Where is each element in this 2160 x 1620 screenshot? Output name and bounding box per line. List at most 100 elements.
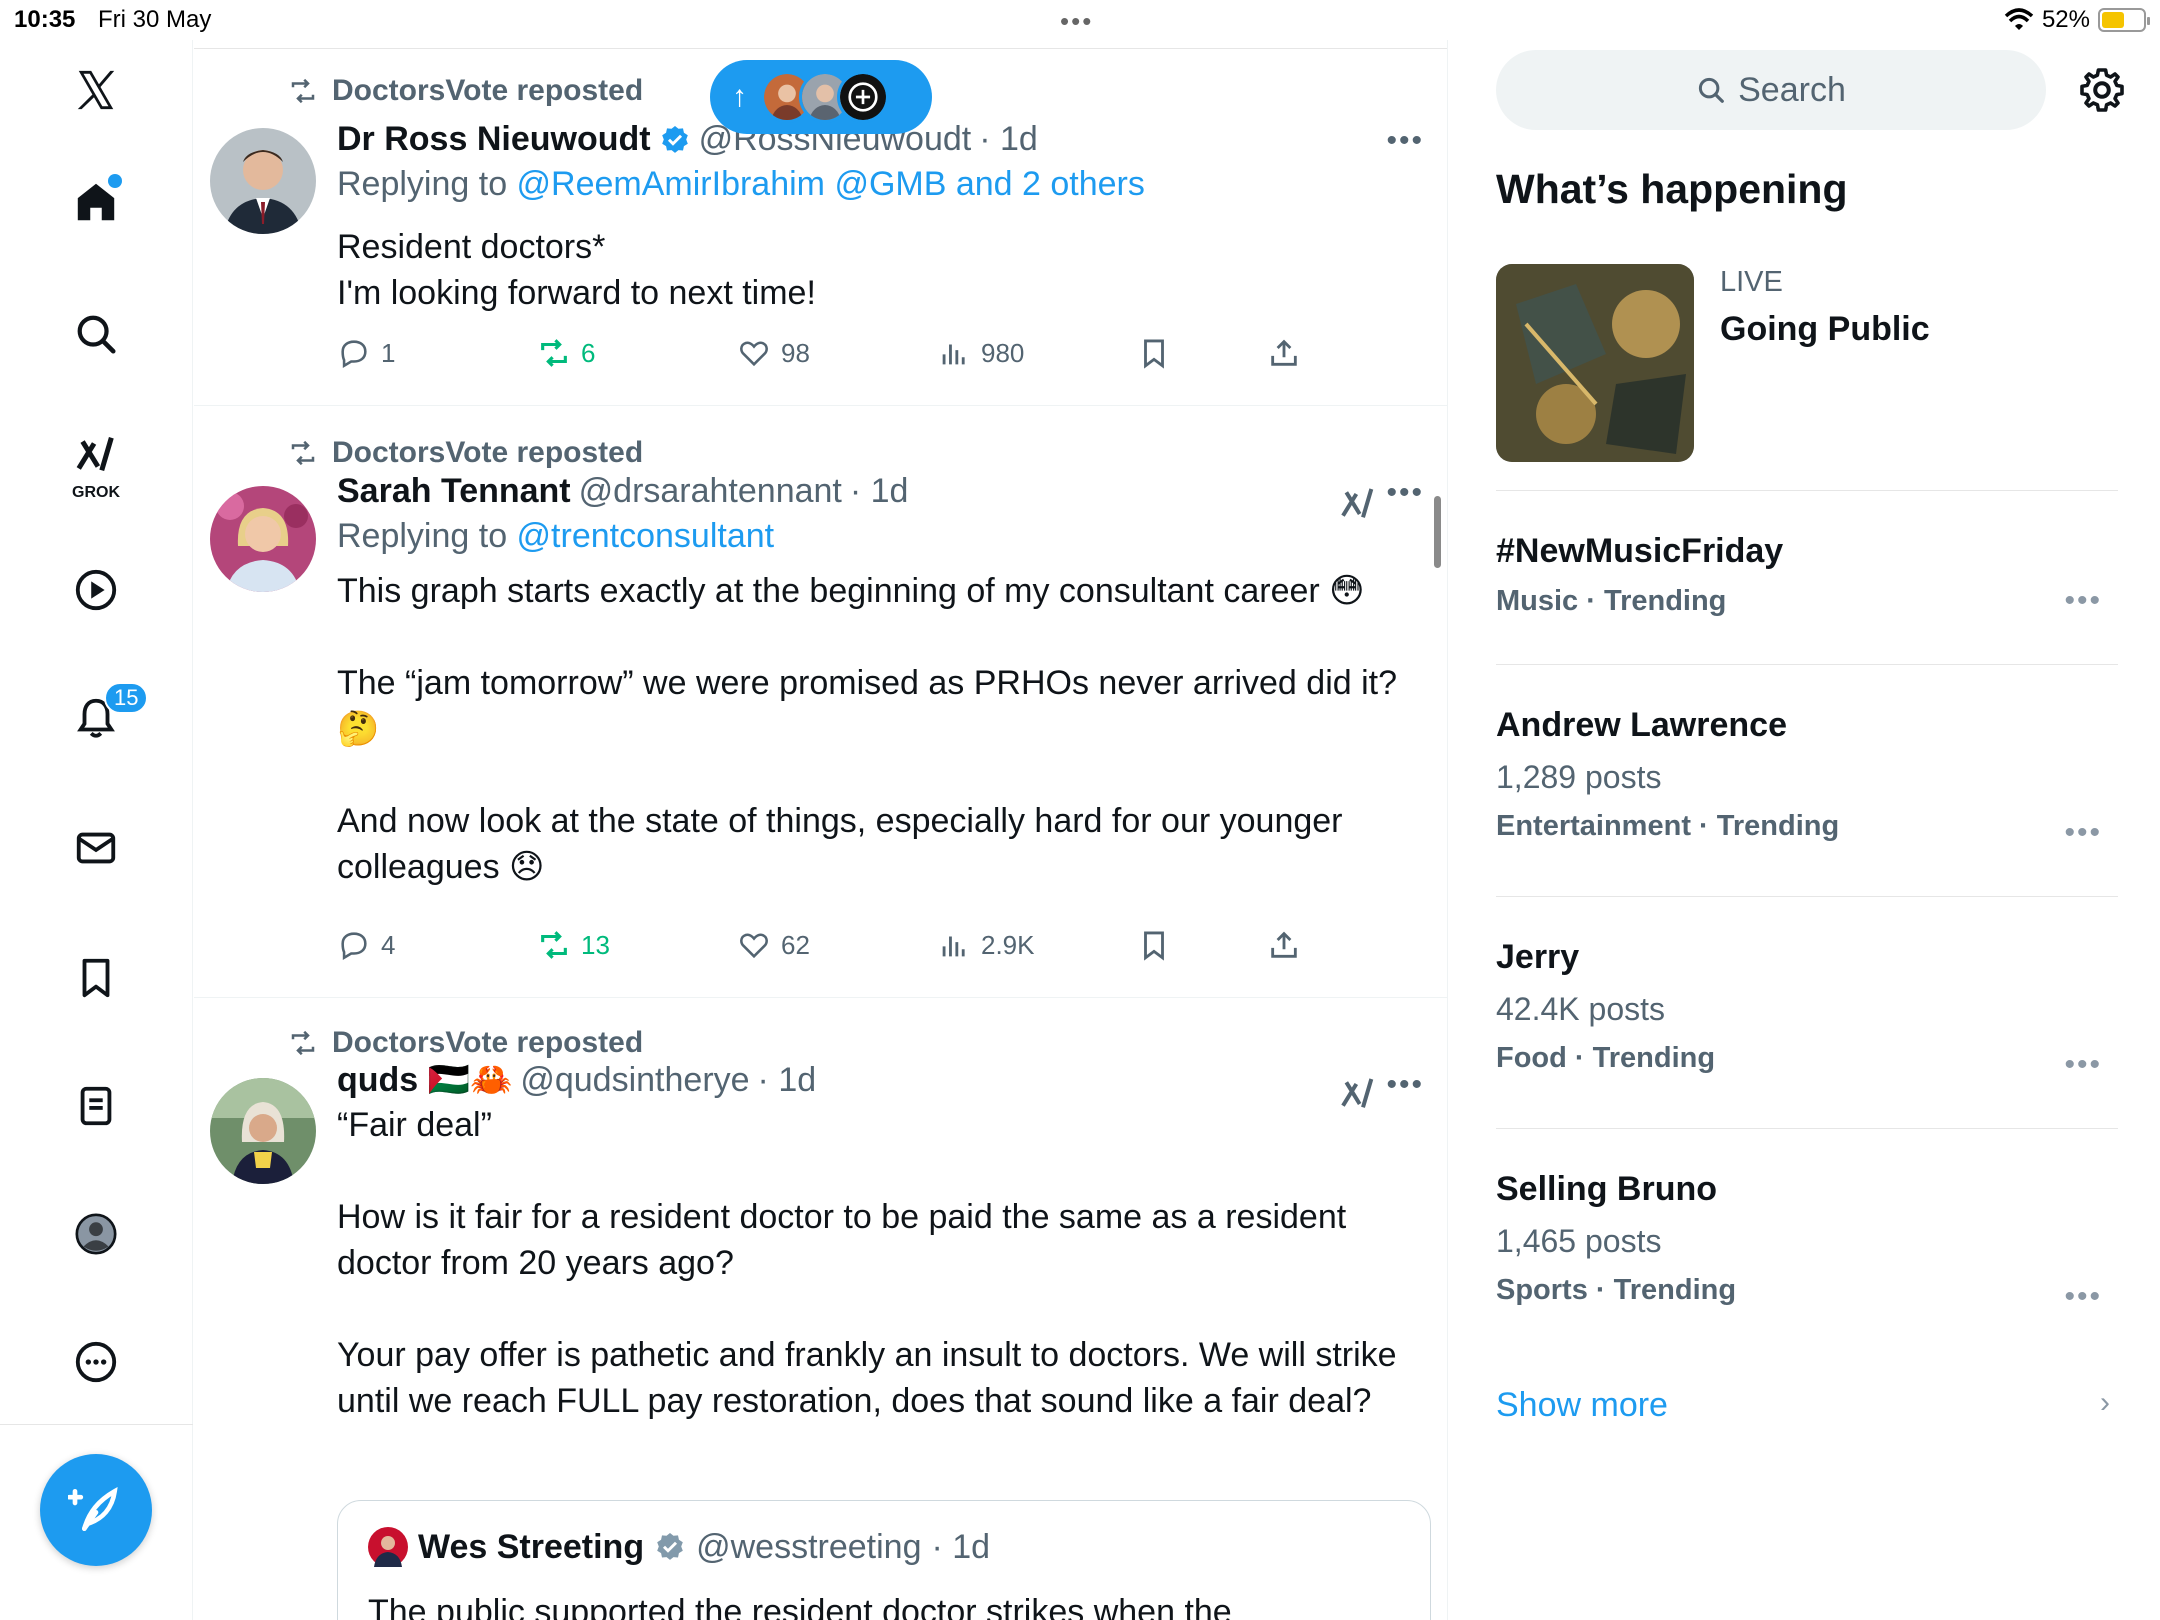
clock: 10:35	[14, 6, 76, 33]
bookmark-button[interactable]	[1137, 928, 1171, 962]
bookmark-button[interactable]	[1137, 336, 1171, 370]
share-button[interactable]	[1267, 928, 1301, 962]
lists-icon[interactable]	[60, 1070, 132, 1142]
repost-label: DoctorsVote reposted	[332, 436, 644, 469]
like-button[interactable]: 98	[737, 336, 810, 370]
battery-percent: 52%	[2041, 6, 2090, 33]
trend-post-count: 42.4K posts	[1496, 991, 1665, 1027]
author-handle[interactable]: @drsarahtennant	[579, 472, 842, 511]
scrollbar[interactable]	[1434, 496, 1441, 568]
replying-to-prefix: Replying to	[337, 517, 517, 555]
trend-item[interactable]: Selling Bruno 1,465 posts Sports · Trend…	[1496, 1170, 2118, 1313]
quoted-author-avatar[interactable]	[368, 1527, 408, 1567]
author-name[interactable]: quds 🇵🇸🦀	[337, 1060, 512, 1100]
repost-label: DoctorsVote reposted	[332, 1026, 644, 1059]
date: Fri 30 May	[98, 6, 212, 33]
reply-button[interactable]: 1	[337, 336, 395, 370]
compose-post-button[interactable]	[40, 1454, 152, 1566]
trend-category: Entertainment · Trending	[1496, 810, 1840, 842]
new-post-author-avatar	[837, 71, 889, 123]
tweet-more-options-icon[interactable]: •••	[1386, 124, 1424, 158]
tweet-text: This graph starts exactly at the beginni…	[337, 572, 1398, 886]
multitasking-dots-icon[interactable]: •••	[1060, 6, 1093, 37]
reply-target-links[interactable]: @ReemAmirIbrahim @GMB and 2 others	[517, 165, 1145, 203]
views-button[interactable]: 980	[937, 336, 1024, 370]
profile-avatar-icon[interactable]	[60, 1198, 132, 1270]
reply-icon	[341, 932, 367, 961]
like-count: 98	[781, 337, 810, 368]
divider	[1496, 490, 2118, 491]
post-time[interactable]: · 1d	[850, 472, 909, 511]
more-options-icon[interactable]	[60, 1326, 132, 1398]
divider	[1496, 664, 2118, 665]
nav-divider	[0, 1424, 193, 1425]
trend-post-count: 1,465 posts	[1496, 1223, 1662, 1259]
repost-label: DoctorsVote reposted	[332, 74, 644, 107]
post-time[interactable]: · 1d	[979, 120, 1038, 159]
trend-more-options-icon[interactable]: •••	[2064, 584, 2102, 618]
replying-to-prefix: Replying to	[337, 165, 517, 203]
quoted-author-handle[interactable]: @wesstreeting	[696, 1528, 921, 1567]
avatar[interactable]	[210, 1078, 316, 1184]
quoted-author-name[interactable]: Wes Streeting	[418, 1528, 644, 1567]
views-button[interactable]: 2.9K	[937, 928, 1035, 962]
repost-button[interactable]: 13	[537, 928, 610, 962]
trend-more-options-icon[interactable]: •••	[2064, 1048, 2102, 1082]
replying-to: Replying to @trentconsultant	[337, 517, 1418, 556]
search-input[interactable]: Search	[1496, 50, 2046, 130]
like-count: 62	[781, 929, 810, 960]
divider	[1496, 896, 2118, 897]
x-logo-icon[interactable]	[60, 54, 132, 126]
messages-envelope-icon[interactable]	[60, 812, 132, 884]
search-placeholder: Search	[1738, 70, 1846, 109]
trend-category: Sports · Trending	[1496, 1274, 1737, 1306]
author-name[interactable]: Dr Ross Nieuwoudt	[337, 120, 651, 159]
avatar[interactable]	[210, 486, 316, 592]
live-event-title[interactable]: Going Public	[1720, 310, 1930, 349]
author-handle[interactable]: @qudsintherye	[520, 1061, 749, 1100]
post-time[interactable]: · 1d	[758, 1061, 817, 1100]
trend-post-count: 1,289 posts	[1496, 759, 1662, 795]
trend-category: Music · Trending	[1496, 585, 1727, 617]
avatar[interactable]	[210, 128, 316, 234]
grok-explain-icon[interactable]	[1338, 1074, 1378, 1114]
show-more-link[interactable]: Show more	[1496, 1386, 1668, 1425]
like-button[interactable]: 62	[737, 928, 810, 962]
new-posts-pill[interactable]: ↑	[710, 60, 932, 134]
grok-icon[interactable]: GROK	[60, 426, 132, 501]
explore-search-icon[interactable]	[60, 298, 132, 370]
notifications-bell-icon[interactable]: 15	[60, 682, 149, 754]
reply-icon	[341, 340, 367, 369]
share-button[interactable]	[1267, 336, 1301, 370]
trend-item[interactable]: Jerry 42.4K posts Food · Trending •••	[1496, 938, 2118, 1081]
reply-target-links[interactable]: @trentconsultant	[517, 517, 775, 555]
quoted-post-time: · 1d	[931, 1527, 991, 1566]
repost-icon	[291, 440, 315, 466]
right-sidebar: Search What’s happening LIVE Going Publi…	[1448, 40, 2160, 1620]
repost-button[interactable]: 6	[537, 336, 595, 370]
repost-count: 13	[581, 929, 610, 960]
video-play-icon[interactable]	[60, 554, 132, 626]
analytics-bars-icon	[942, 344, 965, 365]
tweet[interactable]: DoctorsVote reposted quds 🇵🇸🦀 @qudsinthe…	[194, 998, 1447, 1620]
tweet-more-options-icon[interactable]: •••	[1386, 476, 1424, 510]
trend-item[interactable]: Andrew Lawrence 1,289 posts Entertainmen…	[1496, 706, 2118, 849]
settings-gear-icon[interactable]	[2078, 66, 2126, 114]
author-name[interactable]: Sarah Tennant	[337, 472, 571, 511]
grok-explain-icon[interactable]	[1338, 484, 1378, 524]
live-event-thumbnail[interactable]	[1496, 264, 1694, 462]
quoted-tweet[interactable]: Wes Streeting @wesstreeting · 1d The pub…	[337, 1500, 1431, 1620]
trend-name: Andrew Lawrence	[1496, 706, 1787, 744]
tweet[interactable]: DoctorsVote reposted Sarah Tennant @drsa…	[194, 406, 1447, 998]
analytics-bars-icon	[942, 936, 965, 957]
trend-more-options-icon[interactable]: •••	[2064, 816, 2102, 850]
trend-item[interactable]: #NewMusicFriday Music · Trending •••	[1496, 532, 2118, 618]
tweet-more-options-icon[interactable]: •••	[1386, 1068, 1424, 1102]
home-icon[interactable]	[60, 166, 132, 238]
verified-grey-badge-icon	[657, 1533, 683, 1560]
bookmarks-icon[interactable]	[60, 942, 132, 1014]
trend-more-options-icon[interactable]: •••	[2064, 1280, 2102, 1314]
reply-count: 1	[381, 337, 396, 368]
trend-category: Food · Trending	[1496, 1042, 1716, 1074]
reply-button[interactable]: 4	[337, 928, 395, 962]
